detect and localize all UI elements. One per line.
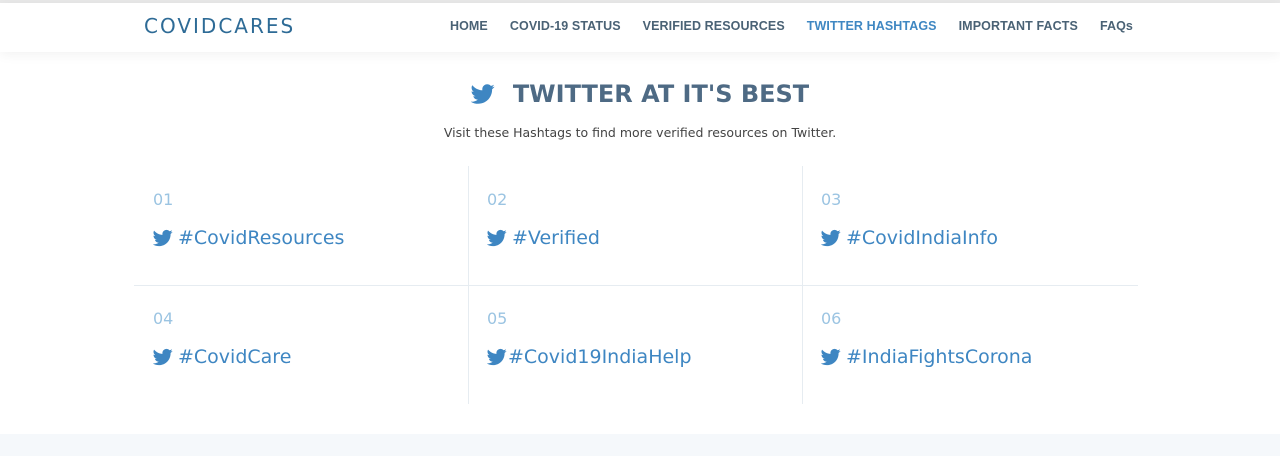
hashtag-link[interactable]: #Covid19IndiaHelp <box>487 346 692 368</box>
twitter-icon <box>153 348 173 366</box>
navbar: COVIDCARES HOME COVID-19 STATUS VERIFIED… <box>0 3 1280 52</box>
nav-menu: HOME COVID-19 STATUS VERIFIED RESOURCES … <box>428 19 1133 33</box>
hashtag-label: #CovidIndiaInfo <box>846 227 998 249</box>
hashtag-label: #IndiaFightsCorona <box>846 346 1033 368</box>
hashtag-number: 04 <box>153 309 174 328</box>
hashtag-link[interactable]: #IndiaFightsCorona <box>821 346 1032 368</box>
nav-important-facts[interactable]: IMPORTANT FACTS <box>959 19 1078 33</box>
twitter-icon <box>487 348 507 366</box>
hashtag-grid: 01 #CovidResources 02 #Verified 03 #Covi… <box>134 166 1138 404</box>
hashtag-number: 02 <box>487 190 508 209</box>
hashtag-label: #Verified <box>512 227 600 249</box>
hashtag-link[interactable]: #CovidResources <box>153 227 344 249</box>
hashtag-label: #CovidResources <box>178 227 345 249</box>
hashtag-label: #Covid19IndiaHelp <box>508 346 692 368</box>
twitter-icon <box>153 229 173 247</box>
twitter-icon <box>821 348 841 366</box>
hashtag-card: 06 #IndiaFightsCorona <box>802 285 1137 404</box>
hashtag-link[interactable]: #CovidIndiaInfo <box>821 227 998 249</box>
nav-verified-resources[interactable]: VERIFIED RESOURCES <box>643 19 785 33</box>
hashtag-number: 06 <box>821 309 842 328</box>
nav-faqs[interactable]: FAQs <box>1100 19 1133 33</box>
hashtag-number: 03 <box>821 190 842 209</box>
twitter-icon <box>487 229 507 247</box>
hashtag-number: 01 <box>153 190 174 209</box>
hashtag-card: 05 #Covid19IndiaHelp <box>468 285 803 404</box>
hashtag-number: 05 <box>487 309 508 328</box>
hashtag-card: 03 #CovidIndiaInfo <box>802 166 1137 285</box>
nav-twitter-hashtags[interactable]: TWITTER HASHTAGS <box>807 19 937 33</box>
twitter-icon <box>470 82 495 106</box>
hashtag-label: #CovidCare <box>178 346 292 368</box>
section-subtitle: Visit these Hashtags to find more verifi… <box>443 125 837 140</box>
hashtag-link[interactable]: #Verified <box>487 227 600 249</box>
section-header: TWITTER AT IT'S BEST <box>0 80 1280 108</box>
hashtag-link[interactable]: #CovidCare <box>153 346 291 368</box>
footer-band <box>0 434 1280 456</box>
brand-logo[interactable]: COVIDCARES <box>144 14 295 38</box>
hashtag-card: 02 #Verified <box>468 166 803 285</box>
nav-home[interactable]: HOME <box>450 19 488 33</box>
section-title: TWITTER AT IT'S BEST <box>512 80 810 108</box>
twitter-icon <box>821 229 841 247</box>
nav-covid-status[interactable]: COVID-19 STATUS <box>510 19 621 33</box>
hashtag-card: 04 #CovidCare <box>134 285 469 404</box>
hashtag-card: 01 #CovidResources <box>134 166 469 285</box>
